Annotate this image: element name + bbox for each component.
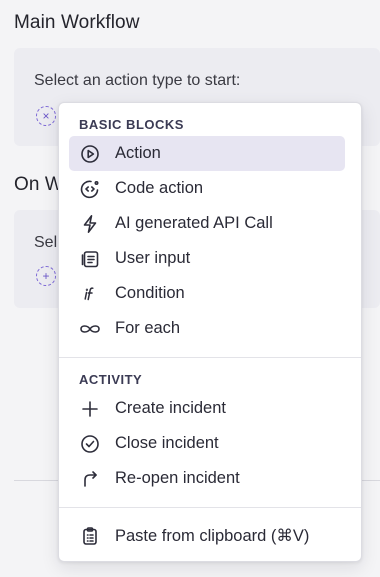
lightning-icon <box>79 213 101 235</box>
action-type-menu: BASIC BLOCKS Action Code action AI gener… <box>58 102 362 562</box>
menu-item-for-each[interactable]: For each <box>69 311 345 346</box>
menu-item-action[interactable]: Action <box>69 136 345 171</box>
menu-item-label: Code action <box>115 179 204 197</box>
check-circle-icon <box>79 433 101 455</box>
menu-item-close-incident[interactable]: Close incident <box>69 426 345 461</box>
main-workflow-title: Main Workflow <box>14 12 140 33</box>
user-input-icon <box>79 248 101 270</box>
menu-item-label: Re-open incident <box>115 469 240 487</box>
menu-item-label: For each <box>115 319 181 337</box>
play-circle-icon <box>79 143 101 165</box>
menu-item-paste-clipboard[interactable]: Paste from clipboard (⌘V) <box>69 518 345 553</box>
menu-item-label: User input <box>115 249 191 267</box>
if-icon <box>79 283 101 305</box>
remove-slot-icon[interactable]: × <box>36 106 56 126</box>
main-workflow-prompt: Select an action type to start: <box>34 72 241 89</box>
loop-icon <box>79 318 101 340</box>
menu-item-reopen-incident[interactable]: Re-open incident <box>69 461 345 496</box>
on-section-title: On W <box>14 174 63 195</box>
menu-separator <box>59 507 361 508</box>
menu-item-label: Condition <box>115 284 185 302</box>
menu-item-label: Action <box>115 144 161 162</box>
redo-arrow-icon <box>79 468 101 490</box>
menu-separator <box>59 357 361 358</box>
group-label-activity: ACTIVITY <box>79 372 143 387</box>
menu-item-label: Paste from clipboard (⌘V) <box>115 526 310 545</box>
menu-item-label: Close incident <box>115 434 219 452</box>
menu-item-label: Create incident <box>115 399 226 417</box>
clipboard-icon <box>79 525 101 547</box>
menu-item-code-action[interactable]: Code action <box>69 171 345 206</box>
plus-icon <box>79 398 101 420</box>
menu-item-create-incident[interactable]: Create incident <box>69 391 345 426</box>
menu-item-condition[interactable]: Condition <box>69 276 345 311</box>
menu-item-label: AI generated API Call <box>115 214 273 232</box>
menu-item-ai-api-call[interactable]: AI generated API Call <box>69 206 345 241</box>
code-circle-icon <box>79 178 101 200</box>
group-label-basic-blocks: BASIC BLOCKS <box>79 117 184 132</box>
menu-item-user-input[interactable]: User input <box>69 241 345 276</box>
add-slot-icon[interactable]: + <box>36 266 56 286</box>
on-section-prompt: Sel <box>34 234 58 251</box>
